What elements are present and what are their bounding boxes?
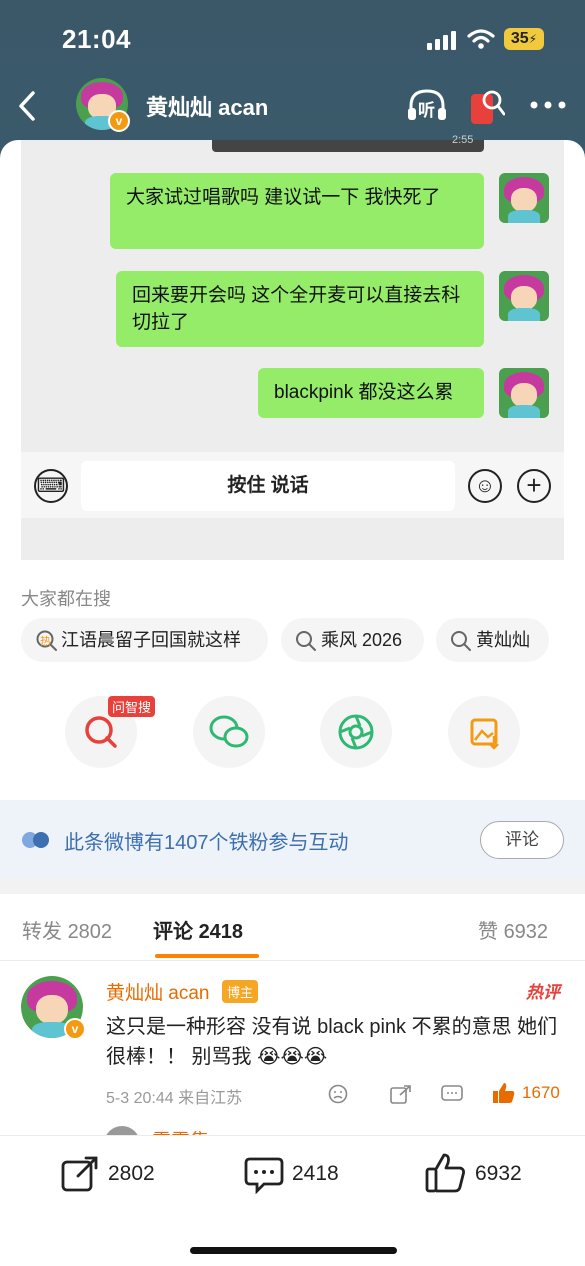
search-icon: [296, 631, 316, 652]
comment-like-count: 1670: [522, 1083, 560, 1102]
red-packet-search-button[interactable]: [469, 86, 505, 126]
repost-icon: [61, 1156, 98, 1192]
trending-text: 黄灿灿: [476, 630, 530, 650]
wechat-icon: [209, 715, 249, 748]
status-time: 21:04: [62, 24, 131, 54]
tab-likes[interactable]: 赞 6932: [478, 915, 548, 944]
listen-label: 听: [418, 101, 435, 120]
comment-author[interactable]: 黄灿灿 acan: [106, 978, 209, 1005]
trending-label: 大家都在搜: [21, 589, 111, 609]
page-title[interactable]: 黄灿灿 acan: [146, 90, 268, 122]
comment-text: 这只是一种形容 没有说 black pink 不累的意思 她们很棒！！ 别骂我 …: [106, 1016, 558, 1068]
wechat-share-button[interactable]: [193, 696, 265, 768]
hot-comment-tag: 热评: [526, 983, 560, 1002]
chat-avatar: [499, 368, 549, 418]
fan-icon: [22, 832, 49, 848]
trending-pill[interactable]: 乘风 2026: [281, 618, 424, 662]
save-image-icon: [470, 718, 499, 750]
press-to-talk-button[interactable]: 按住 说话: [81, 461, 455, 511]
wifi-icon: [467, 29, 495, 49]
section-gap: [0, 878, 585, 894]
hot-badge-icon: 热: [40, 636, 51, 649]
more-options-icon[interactable]: [530, 100, 566, 110]
divider: [0, 960, 585, 961]
trending-text: 江语晨留子回国就这样: [61, 630, 241, 650]
comment-count: 2418: [292, 1162, 339, 1185]
tab-repost[interactable]: 转发 2802: [22, 915, 112, 944]
signal-icon: [427, 31, 456, 50]
tab-comments[interactable]: 评论 2418: [153, 915, 243, 944]
repost-count: 2802: [108, 1162, 155, 1185]
save-image-button[interactable]: [448, 696, 520, 768]
ai-search-tag: 问智搜: [108, 696, 156, 717]
comment-icon: [244, 1157, 284, 1194]
trending-pill[interactable]: 热 江语晨留子回国就这样: [21, 618, 268, 662]
active-tab-indicator: [155, 954, 259, 958]
trending-text: 乘风 2026: [321, 630, 403, 650]
chat-bubble: blackpink 都没这么累: [258, 368, 484, 418]
verified-badge-icon: v: [64, 1018, 86, 1040]
chat-bubble: 大家试过唱歌吗 建议试一下 我快死了: [110, 173, 484, 249]
moments-icon: [338, 714, 374, 750]
emoji-icon[interactable]: ☺: [468, 469, 502, 503]
chat-avatar: [499, 173, 549, 223]
plus-icon[interactable]: +: [517, 469, 551, 503]
like-icon[interactable]: [492, 1082, 516, 1104]
battery-indicator: 35⚡: [504, 28, 544, 50]
home-indicator: [190, 1247, 397, 1254]
share-icon[interactable]: [390, 1084, 412, 1104]
fans-interaction-text: 此条微博有1407个铁粉参与互动: [64, 832, 349, 854]
like-bar-button[interactable]: 6932: [425, 1152, 535, 1194]
back-arrow-icon[interactable]: [16, 90, 38, 122]
video-time: 2:55: [452, 134, 474, 146]
search-icon: [482, 90, 505, 116]
comment-button[interactable]: 评论: [480, 821, 564, 859]
thumbs-up-icon: [425, 1153, 465, 1193]
author-tag: 博主: [222, 980, 259, 1003]
comment-meta: 5-3 20:44 来自江苏: [106, 1090, 243, 1107]
listen-button[interactable]: 听: [406, 86, 448, 126]
dislike-icon[interactable]: [328, 1084, 348, 1104]
verified-badge-icon: v: [108, 110, 130, 132]
like-count: 6932: [475, 1162, 522, 1185]
moments-share-button[interactable]: [320, 696, 392, 768]
repost-button[interactable]: 2802: [60, 1154, 170, 1194]
comment-bar-button[interactable]: 2418: [244, 1154, 354, 1194]
search-icon: [451, 631, 471, 652]
video-thumbnail-edge: [212, 140, 484, 152]
trending-pill[interactable]: 黄灿灿: [436, 618, 549, 662]
chat-bubble: 回来要开会吗 这个全开麦可以直接去科切拉了: [116, 271, 484, 347]
reply-icon[interactable]: [441, 1084, 463, 1104]
keyboard-icon[interactable]: ⌨: [34, 469, 68, 503]
chat-avatar: [499, 271, 549, 321]
